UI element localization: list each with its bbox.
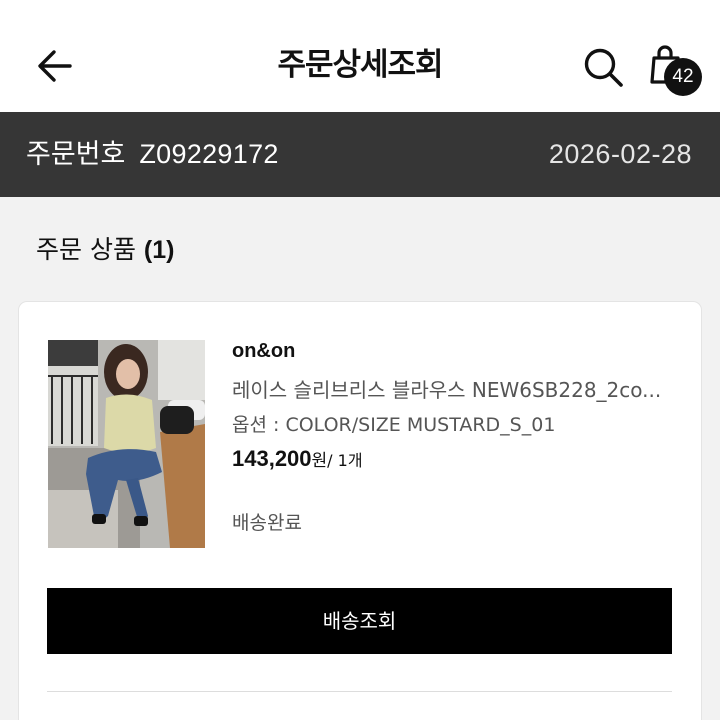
cart-count-badge: 42	[664, 58, 702, 96]
section-title: 주문 상품 (1)	[36, 228, 174, 272]
divider	[47, 691, 672, 692]
search-icon	[584, 48, 623, 87]
order-item-card: on&on 레이스 슬리브리스 블라우스 NEW6SB228_2co... 옵션…	[19, 302, 701, 720]
product-name-link[interactable]: 레이스 슬리브리스 블라우스 NEW6SB228_2co...	[232, 374, 672, 403]
section-item-count: (1)	[143, 236, 175, 264]
order-number: Z09229172	[139, 139, 279, 169]
order-date: 2026-02-28	[548, 139, 692, 169]
section-title-label: 주문 상품	[36, 235, 136, 264]
order-number-group: 주문번호 Z09229172	[26, 112, 279, 197]
delivery-status: 배송완료	[232, 512, 302, 534]
top-header: 주문상세조회 42	[0, 0, 720, 112]
order-info-bar: 주문번호 Z09229172 2026-02-28	[0, 112, 720, 197]
product-price: 143,200	[232, 446, 312, 471]
product-brand: on&on	[232, 340, 296, 362]
track-delivery-button[interactable]: 배송조회	[47, 588, 672, 654]
search-button[interactable]	[578, 42, 628, 92]
arrow-left-icon	[38, 50, 72, 82]
product-image[interactable]	[48, 340, 205, 548]
back-button[interactable]	[30, 40, 80, 90]
price-unit: 원	[311, 451, 328, 471]
product-photo-icon	[48, 340, 205, 548]
price-row: 143,200원/ 1개	[232, 446, 363, 472]
cart-button[interactable]: 42	[644, 40, 706, 102]
order-number-label: 주문번호	[26, 139, 126, 170]
product-quantity: / 1개	[327, 451, 363, 470]
product-option: 옵션 : COLOR/SIZE MUSTARD_S_01	[232, 414, 556, 436]
